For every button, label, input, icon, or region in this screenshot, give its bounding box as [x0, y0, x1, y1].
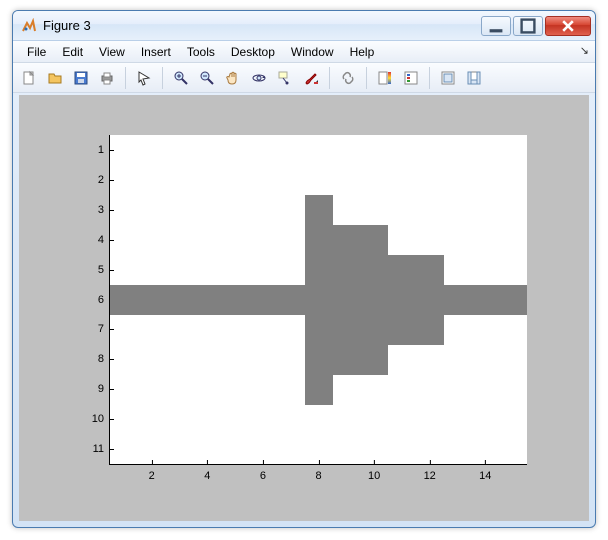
matlab-icon	[21, 18, 37, 34]
image-pixel	[166, 285, 194, 315]
save-figure-button[interactable]	[69, 66, 93, 90]
hide-plot-tools-button[interactable]	[436, 66, 460, 90]
menu-desktop[interactable]: Desktop	[223, 43, 283, 61]
toolbar-separator	[429, 67, 430, 89]
toolbar-separator	[329, 67, 330, 89]
image-pixel	[388, 314, 416, 344]
pan-button[interactable]	[221, 66, 245, 90]
toolbar-separator	[162, 67, 163, 89]
data-cursor-button[interactable]	[273, 66, 297, 90]
y-tick-label: 7	[98, 323, 110, 335]
y-tick-label: 10	[92, 413, 110, 425]
link-plot-button[interactable]	[336, 66, 360, 90]
x-tick-label: 2	[149, 464, 155, 482]
show-plot-tools-button[interactable]	[462, 66, 486, 90]
image-pixel	[305, 374, 333, 404]
image-pixel	[332, 225, 360, 255]
y-tick-label: 11	[93, 443, 110, 455]
image-pixel	[305, 255, 333, 285]
open-file-button[interactable]	[43, 66, 67, 90]
image-pixel	[138, 285, 166, 315]
image-pixel	[193, 285, 221, 315]
y-tick-label: 6	[98, 294, 110, 306]
print-figure-button[interactable]	[95, 66, 119, 90]
new-figure-button[interactable]	[17, 66, 41, 90]
image-pixel	[332, 314, 360, 344]
image-pixel	[416, 314, 444, 344]
figure-canvas[interactable]: 12345678910112468101214	[19, 95, 589, 521]
edit-plot-button[interactable]	[132, 66, 156, 90]
x-tick-label: 14	[479, 464, 491, 482]
image-pixel	[221, 285, 249, 315]
x-tick-label: 12	[424, 464, 436, 482]
image-pixel	[332, 285, 360, 315]
image-pixel	[388, 285, 416, 315]
menu-help[interactable]: Help	[342, 43, 383, 61]
menu-edit[interactable]: Edit	[54, 43, 91, 61]
image-pixel	[360, 344, 388, 374]
image-pixel	[305, 314, 333, 344]
y-tick-label: 1	[98, 144, 110, 156]
toolbar-separator	[125, 67, 126, 89]
toolbar-separator	[366, 67, 367, 89]
dock-toggle-icon[interactable]: ↘	[580, 44, 589, 57]
menubar: File Edit View Insert Tools Desktop Wind…	[13, 41, 595, 63]
y-tick-label: 5	[98, 264, 110, 276]
image-pixel	[305, 195, 333, 225]
image-pixel	[388, 255, 416, 285]
axes[interactable]: 12345678910112468101214	[109, 135, 527, 465]
image-pixel	[360, 255, 388, 285]
image-pixel	[499, 285, 527, 315]
y-tick-label: 9	[98, 383, 110, 395]
x-tick-label: 10	[368, 464, 380, 482]
image-pixel	[305, 285, 333, 315]
x-tick-label: 6	[260, 464, 266, 482]
figure-window: Figure 3 File Edit View Insert Tools Des…	[12, 10, 596, 528]
menu-view[interactable]: View	[91, 43, 133, 61]
menu-window[interactable]: Window	[283, 43, 342, 61]
window-title: Figure 3	[43, 18, 479, 33]
insert-colorbar-button[interactable]	[373, 66, 397, 90]
zoom-in-button[interactable]	[169, 66, 193, 90]
image-pixel	[332, 344, 360, 374]
image-pixel	[471, 285, 499, 315]
menu-file[interactable]: File	[19, 43, 54, 61]
y-tick-label: 3	[98, 204, 110, 216]
x-tick-label: 8	[315, 464, 321, 482]
image-pixel	[416, 255, 444, 285]
image-pixel	[360, 285, 388, 315]
close-button[interactable]	[545, 16, 591, 36]
menu-insert[interactable]: Insert	[133, 43, 179, 61]
brush-button[interactable]	[299, 66, 323, 90]
toolbar	[13, 63, 595, 93]
zoom-out-button[interactable]	[195, 66, 219, 90]
rotate-3d-button[interactable]	[247, 66, 271, 90]
image-pixel	[332, 255, 360, 285]
y-tick-label: 8	[98, 353, 110, 365]
titlebar[interactable]: Figure 3	[13, 11, 595, 41]
maximize-button[interactable]	[513, 16, 543, 36]
y-tick-label: 4	[98, 234, 110, 246]
image-pixel	[360, 225, 388, 255]
image-pixel	[305, 225, 333, 255]
insert-legend-button[interactable]	[399, 66, 423, 90]
image-pixel	[444, 285, 472, 315]
image-pixel	[277, 285, 305, 315]
minimize-button[interactable]	[481, 16, 511, 36]
image-pixel	[360, 314, 388, 344]
image-pixel	[110, 285, 138, 315]
x-tick-label: 4	[204, 464, 210, 482]
image-pixel	[249, 285, 277, 315]
y-tick-label: 2	[98, 174, 110, 186]
image-pixel	[416, 285, 444, 315]
image-pixel	[305, 344, 333, 374]
menu-tools[interactable]: Tools	[179, 43, 223, 61]
